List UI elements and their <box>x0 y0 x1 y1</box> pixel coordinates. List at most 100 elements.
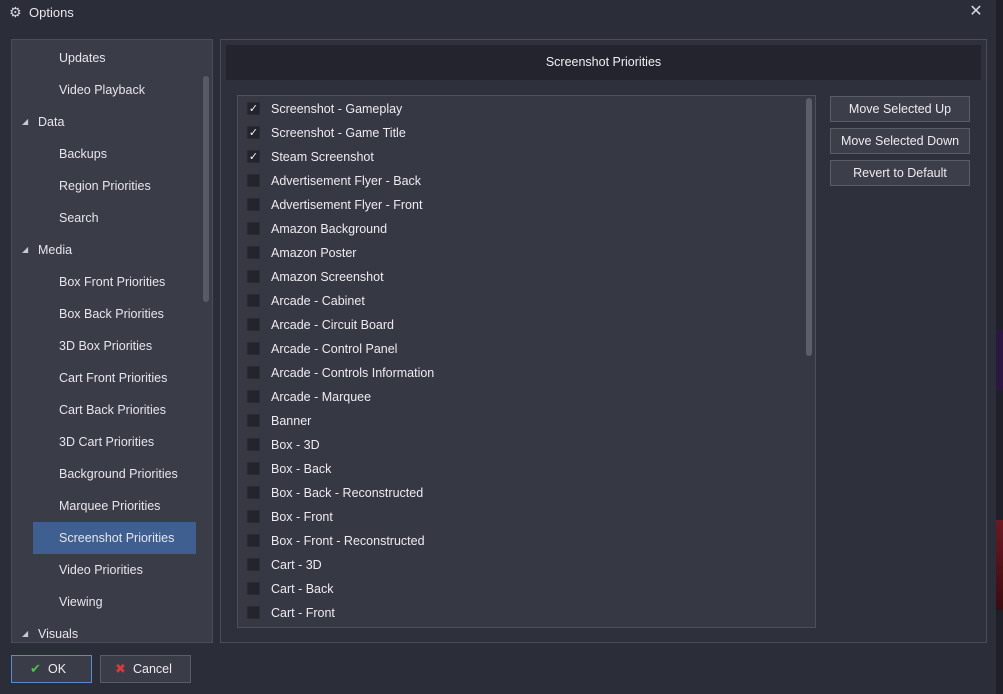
sidebar-item[interactable]: 3D Cart Priorities <box>12 426 197 458</box>
priority-checkbox[interactable] <box>247 414 260 427</box>
sidebar-item[interactable]: Screenshot Priorities <box>33 522 196 554</box>
list-item-label: Box - Back <box>271 462 332 476</box>
list-item[interactable]: Box - Back - Reconstructed <box>238 481 808 505</box>
list-item[interactable]: Banner <box>238 409 808 433</box>
sidebar-item-label: Marquee Priorities <box>59 499 161 513</box>
expand-arrow-icon[interactable]: ◢ <box>22 106 28 138</box>
sidebar-item-label: Updates <box>59 51 106 65</box>
priority-checkbox[interactable] <box>247 582 260 595</box>
expand-arrow-icon[interactable]: ◢ <box>22 234 28 266</box>
move-selected-up-button[interactable]: Move Selected Up <box>830 96 970 122</box>
expand-arrow-icon[interactable]: ◢ <box>22 618 28 642</box>
sidebar-scrollbar[interactable] <box>203 76 209 302</box>
list-item[interactable]: Amazon Background <box>238 217 808 241</box>
priority-checkbox[interactable] <box>247 558 260 571</box>
list-item-label: Cart - Back <box>271 582 334 596</box>
list-item[interactable]: Amazon Screenshot <box>238 265 808 289</box>
priority-checkbox[interactable] <box>247 438 260 451</box>
list-item-label: Box - Back - Reconstructed <box>271 486 424 500</box>
list-item[interactable]: Box - Back <box>238 457 808 481</box>
sidebar-item[interactable]: Box Back Priorities <box>12 298 197 330</box>
priority-checkbox[interactable] <box>247 270 260 283</box>
list-item[interactable]: Advertisement Flyer - Back <box>238 169 808 193</box>
sidebar-category[interactable]: ◢ Media <box>12 234 197 266</box>
sidebar-item[interactable]: Marquee Priorities <box>12 490 197 522</box>
sidebar-item[interactable]: Backups <box>12 138 197 170</box>
sidebar-item-label: Cart Front Priorities <box>59 371 168 385</box>
priority-checkbox[interactable] <box>247 222 260 235</box>
list-item[interactable]: Box - Front - Reconstructed <box>238 529 808 553</box>
sidebar-item-label: Background Priorities <box>59 467 178 481</box>
sidebar-item[interactable]: Video Priorities <box>12 554 197 586</box>
sidebar-item-label: Box Back Priorities <box>59 307 164 321</box>
background-window-edge <box>996 0 1003 694</box>
list-item[interactable]: Cart - 3D <box>238 553 808 577</box>
priority-checkbox[interactable] <box>247 462 260 475</box>
priority-checkbox[interactable] <box>247 366 260 379</box>
list-item[interactable]: Cart - Front <box>238 601 808 625</box>
revert-to-default-button[interactable]: Revert to Default <box>830 160 970 186</box>
list-item[interactable]: Arcade - Control Panel <box>238 337 808 361</box>
sidebar-item[interactable]: Viewing <box>12 586 197 618</box>
sidebar-item[interactable]: Cart Front Priorities <box>12 362 197 394</box>
sidebar-item[interactable]: Updates <box>12 42 197 74</box>
priority-checkbox[interactable] <box>247 534 260 547</box>
list-item[interactable]: Cart - Back <box>238 577 808 601</box>
move-selected-down-button[interactable]: Move Selected Down <box>830 128 970 154</box>
checkmark-icon: ✔ <box>30 661 41 676</box>
sidebar-item-label: Video Playback <box>59 83 145 97</box>
priority-checkbox[interactable] <box>247 390 260 403</box>
list-item[interactable]: ✓ Steam Screenshot <box>238 145 808 169</box>
list-item[interactable]: Box - Front <box>238 505 808 529</box>
sidebar-item-label: Region Priorities <box>59 179 151 193</box>
sidebar-item-label: Cart Back Priorities <box>59 403 166 417</box>
list-item[interactable]: ✓ Screenshot - Gameplay <box>238 97 808 121</box>
sidebar-item[interactable]: Box Front Priorities <box>12 266 197 298</box>
priority-checkbox[interactable] <box>247 174 260 187</box>
list-item-label: Box - Front <box>271 510 333 524</box>
sidebar-item[interactable]: Region Priorities <box>12 170 197 202</box>
sidebar-item-label: Data <box>38 115 65 129</box>
priority-checkbox[interactable] <box>247 486 260 499</box>
priority-checkbox[interactable] <box>247 318 260 331</box>
list-item-label: Amazon Poster <box>271 246 357 260</box>
sidebar-item-label: 3D Cart Priorities <box>59 435 155 449</box>
priority-checkbox[interactable] <box>247 342 260 355</box>
priority-checkbox[interactable] <box>247 246 260 259</box>
ok-button[interactable]: ✔ OK <box>11 655 92 683</box>
list-item[interactable]: Arcade - Marquee <box>238 385 808 409</box>
sidebar-item-label: Screenshot Priorities <box>59 531 175 545</box>
sidebar-item-label: Box Front Priorities <box>59 275 166 289</box>
list-item[interactable]: Arcade - Cabinet <box>238 289 808 313</box>
list-item-label: Arcade - Cabinet <box>271 294 365 308</box>
priority-checkbox[interactable]: ✓ <box>247 102 260 115</box>
priority-checkbox[interactable] <box>247 510 260 523</box>
sidebar-category[interactable]: ◢ Visuals <box>12 618 197 642</box>
list-scrollbar[interactable] <box>806 98 812 356</box>
list-item-label: Arcade - Control Panel <box>271 342 398 356</box>
sidebar-item[interactable]: 3D Box Priorities <box>12 330 197 362</box>
window-title: Options <box>29 5 74 20</box>
priority-checkbox[interactable]: ✓ <box>247 150 260 163</box>
list-item[interactable]: Advertisement Flyer - Front <box>238 193 808 217</box>
list-item[interactable]: Arcade - Circuit Board <box>238 313 808 337</box>
priority-checkbox[interactable] <box>247 294 260 307</box>
sidebar-category[interactable]: ◢ Data <box>12 106 197 138</box>
sidebar-item[interactable]: Cart Back Priorities <box>12 394 197 426</box>
cancel-button[interactable]: ✖ Cancel <box>100 655 191 683</box>
sidebar-item[interactable]: Video Playback <box>12 74 197 106</box>
list-item[interactable]: Arcade - Controls Information <box>238 361 808 385</box>
priority-checkbox[interactable] <box>247 606 260 619</box>
sidebar-item[interactable]: Background Priorities <box>12 458 197 490</box>
list-item-label: Banner <box>271 414 312 428</box>
sidebar-item[interactable]: Search <box>12 202 197 234</box>
cancel-label: Cancel <box>133 662 172 676</box>
list-item-label: Arcade - Controls Information <box>271 366 435 380</box>
list-item-label: Arcade - Marquee <box>271 390 372 404</box>
list-item[interactable]: Box - 3D <box>238 433 808 457</box>
priority-checkbox[interactable] <box>247 198 260 211</box>
priority-checkbox[interactable]: ✓ <box>247 126 260 139</box>
list-item[interactable]: ✓ Screenshot - Game Title <box>238 121 808 145</box>
close-icon[interactable]: ✕ <box>966 3 986 21</box>
list-item[interactable]: Amazon Poster <box>238 241 808 265</box>
